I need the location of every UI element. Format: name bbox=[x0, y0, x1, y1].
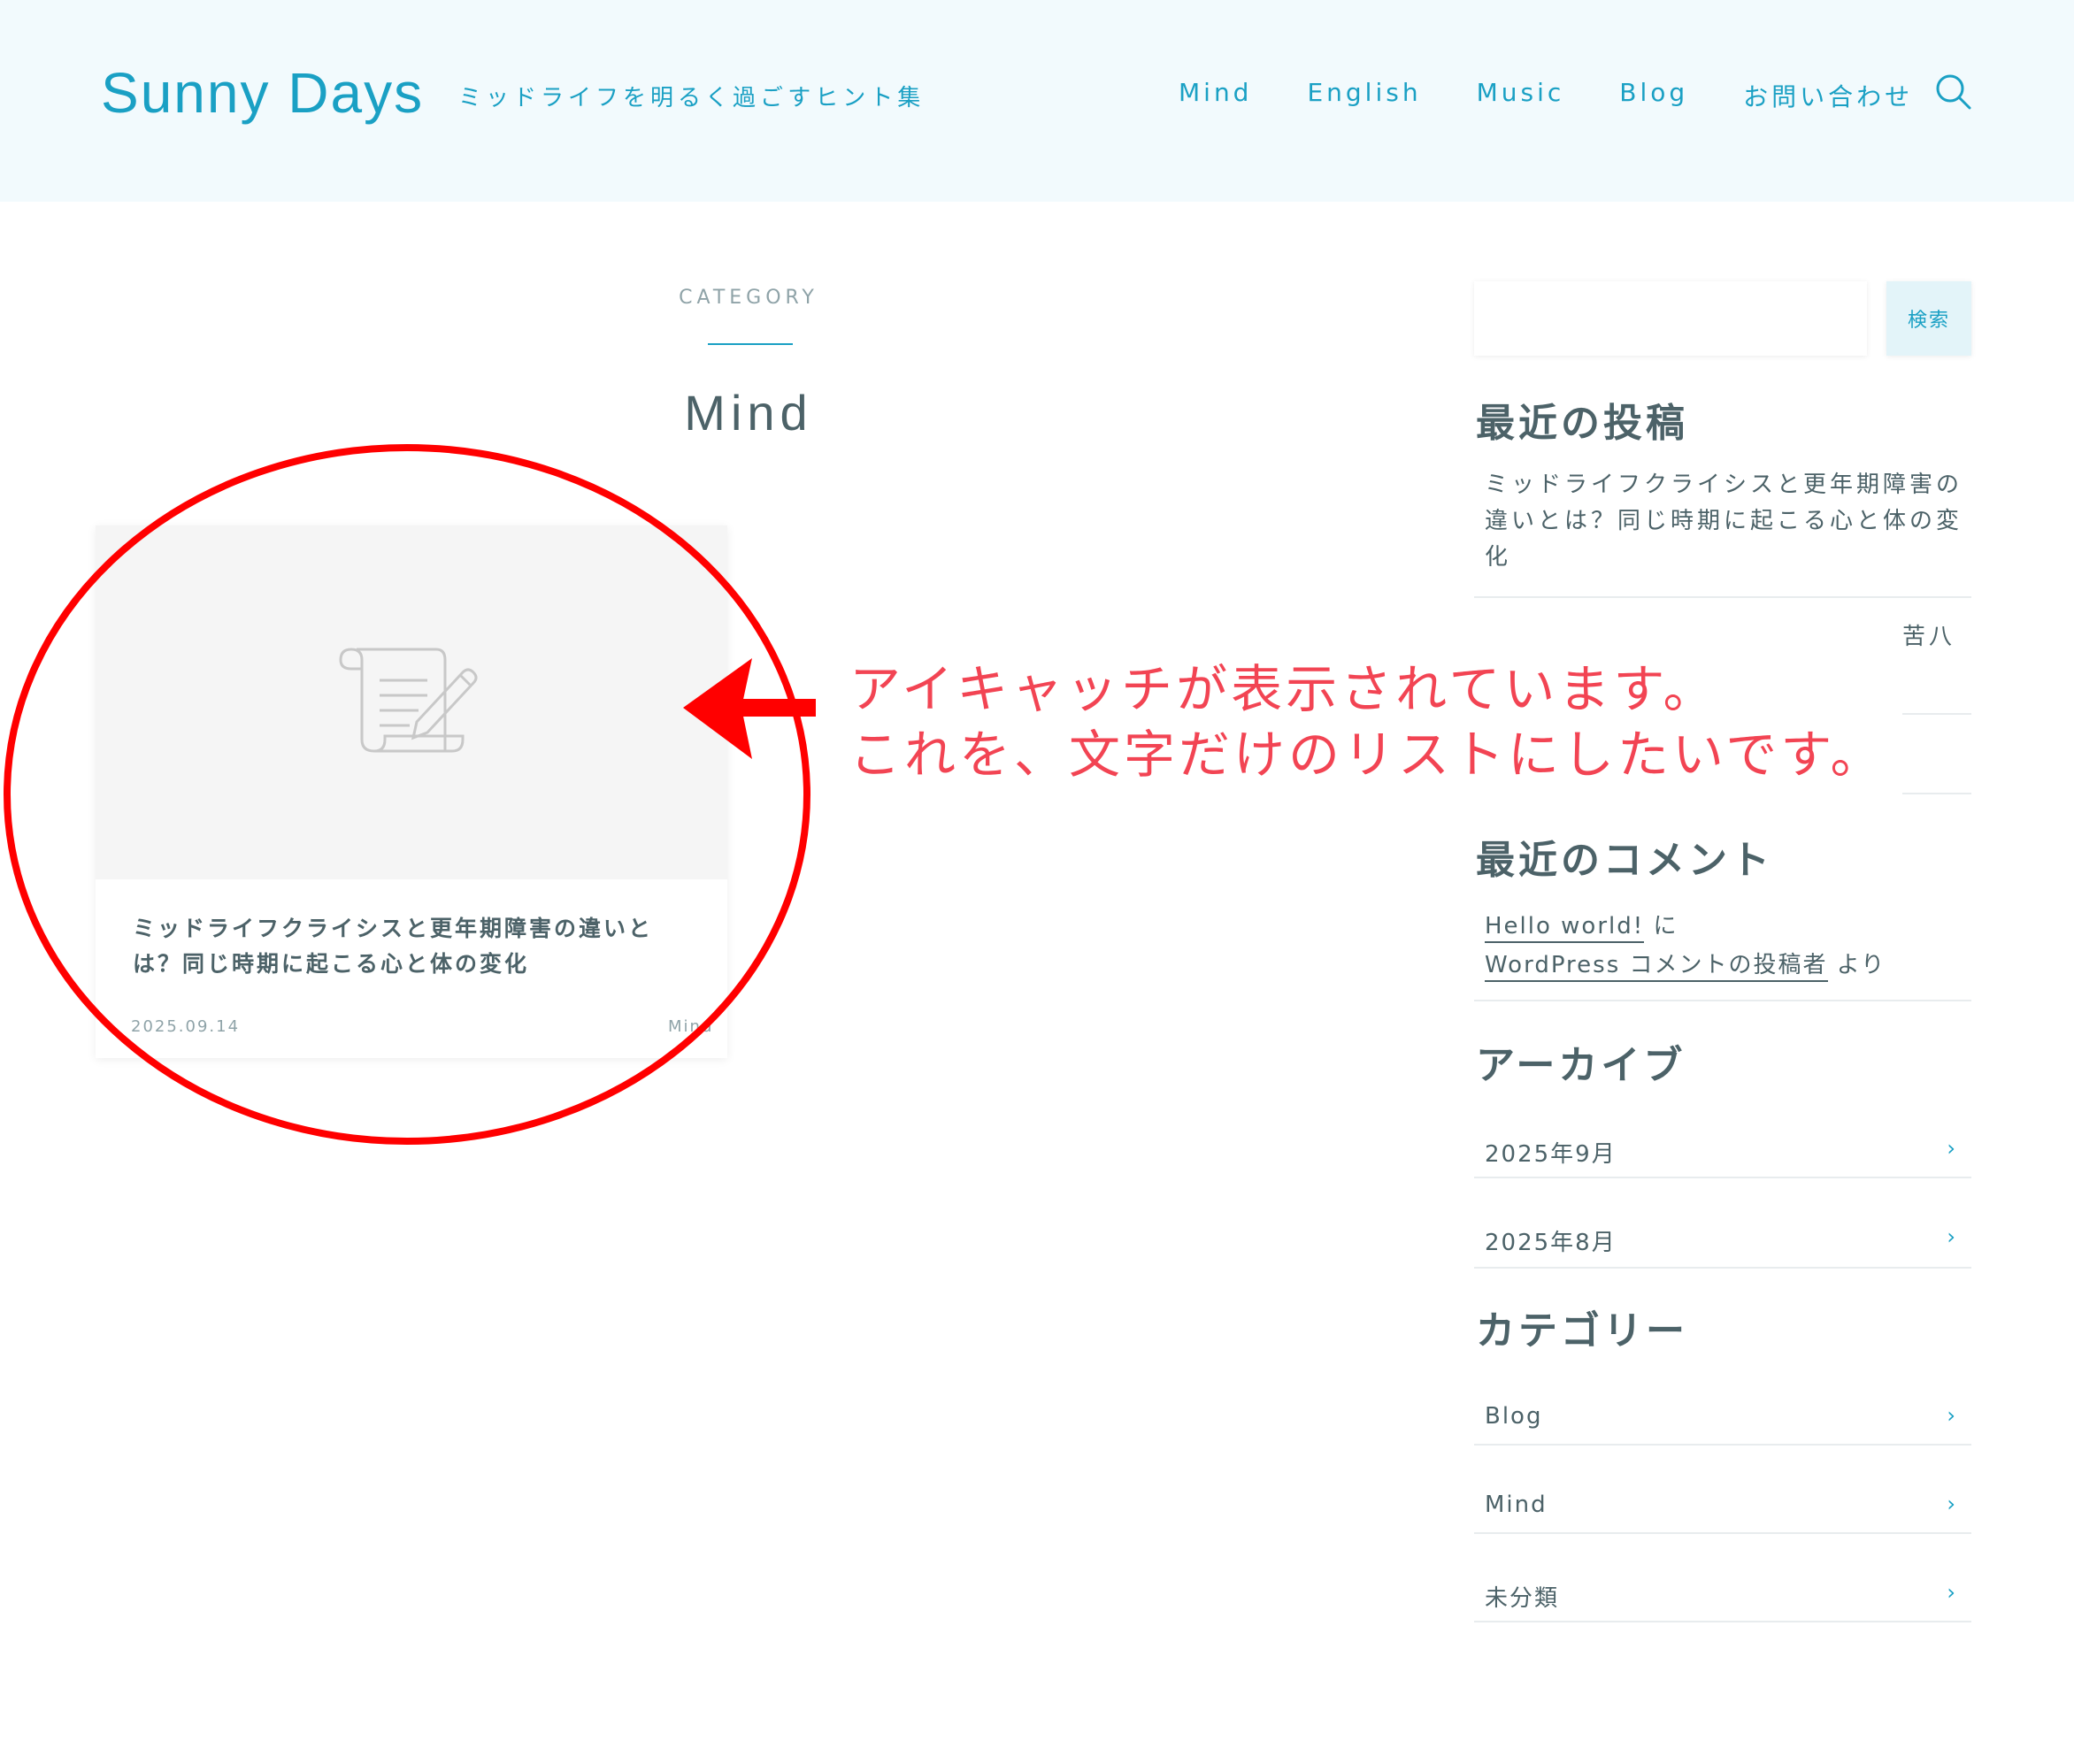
site-tagline: ミッドライフを明るく過ごすヒント集 bbox=[458, 85, 926, 111]
nav-item-mind[interactable]: Mind bbox=[1179, 78, 1252, 113]
category-item-uncategorized[interactable]: 未分類 › bbox=[1474, 1548, 1971, 1637]
annotation-text: アイキャッチが表示されています。 これを、文字だけのリストにしたいです。 bbox=[849, 656, 1885, 787]
sidebar-search-input[interactable] bbox=[1474, 281, 1867, 356]
archive-title-divider bbox=[708, 343, 793, 345]
comment-suffix: より bbox=[1836, 952, 1886, 978]
post-title[interactable]: ミッドライフクライシスと更年期障害の違いとは？同じ時期に起こる心と体の変化 bbox=[133, 911, 699, 982]
search-icon[interactable] bbox=[1934, 73, 1971, 110]
archives-title: アーカイブ bbox=[1476, 1043, 1686, 1088]
category-item-label: Mind bbox=[1485, 1492, 1548, 1518]
archive-category-title: Mind bbox=[684, 385, 813, 441]
category-item-mind[interactable]: Mind › bbox=[1474, 1460, 1971, 1548]
chevron-right-icon: › bbox=[1947, 1492, 1955, 1516]
chevron-right-icon: › bbox=[1947, 1136, 1955, 1161]
chevron-right-icon: › bbox=[1947, 1580, 1955, 1605]
nav-item-music[interactable]: Music bbox=[1477, 78, 1565, 113]
annotation-line-1: アイキャッチが表示されています。 bbox=[849, 659, 1718, 719]
category-item-label: Blog bbox=[1485, 1403, 1543, 1430]
divider bbox=[1474, 1000, 1971, 1001]
nav-item-english[interactable]: English bbox=[1307, 78, 1421, 113]
divider bbox=[1474, 1444, 1971, 1446]
comment-connector: に bbox=[1653, 913, 1678, 940]
chevron-right-icon: › bbox=[1947, 1224, 1955, 1249]
divider bbox=[1474, 1177, 1971, 1178]
post-card[interactable]: ミッドライフクライシスと更年期障害の違いとは？同じ時期に起こる心と体の変化 bbox=[96, 525, 727, 1058]
nav-item-contact[interactable]: お問い合わせ bbox=[1743, 78, 1913, 113]
recent-comment-entry: Hello world! に bbox=[1485, 908, 1678, 943]
recent-comment-author-line: WordPress コメントの投稿者 より bbox=[1485, 947, 1886, 982]
comment-author-link[interactable]: WordPress コメントの投稿者 bbox=[1485, 952, 1828, 982]
post-thumbnail[interactable] bbox=[96, 525, 727, 879]
category-item-label: 未分類 bbox=[1485, 1585, 1560, 1612]
divider bbox=[1902, 713, 1971, 715]
chevron-right-icon: › bbox=[1947, 1403, 1955, 1428]
archive-item-label: 2025年8月 bbox=[1485, 1230, 1617, 1256]
nav-item-blog[interactable]: Blog bbox=[1619, 78, 1688, 113]
main-nav: Mind English Music Blog お問い合わせ bbox=[1179, 78, 1913, 113]
post-category[interactable]: Mind bbox=[668, 1017, 711, 1036]
comment-post-link[interactable]: Hello world! bbox=[1485, 913, 1645, 943]
divider bbox=[1474, 1532, 1971, 1534]
site-title[interactable]: Sunny Days bbox=[101, 60, 424, 126]
archive-category-label: CATEGORY bbox=[679, 287, 818, 309]
sidebar-search-button[interactable]: 検索 bbox=[1886, 281, 1971, 356]
divider bbox=[1474, 596, 1971, 598]
categories-title: カテゴリー bbox=[1476, 1308, 1688, 1354]
divider bbox=[1474, 1267, 1971, 1269]
archive-item[interactable]: 2025年9月 › bbox=[1474, 1104, 1971, 1193]
divider bbox=[1902, 793, 1971, 794]
no-image-scroll-icon bbox=[339, 648, 478, 753]
annotation-line-2: これを、文字だけのリストにしたいです。 bbox=[849, 725, 1886, 785]
recent-comments-title: 最近のコメント bbox=[1476, 838, 1773, 883]
archive-item-label: 2025年9月 bbox=[1485, 1141, 1617, 1168]
post-date: 2025.09.14 bbox=[131, 1017, 241, 1036]
recent-post-link-text: 苦八 bbox=[1902, 624, 1956, 650]
divider bbox=[1474, 1621, 1971, 1622]
site-header: Sunny Days ミッドライフを明るく過ごすヒント集 Mind Englis… bbox=[0, 0, 2074, 202]
category-item-blog[interactable]: Blog › bbox=[1474, 1371, 1971, 1460]
recent-posts-title: 最近の投稿 bbox=[1476, 401, 1688, 446]
recent-post-link[interactable]: ミッドライフクライシスと更年期障害の違いとは？同じ時期に起こる心と体の変化 bbox=[1485, 467, 1963, 576]
